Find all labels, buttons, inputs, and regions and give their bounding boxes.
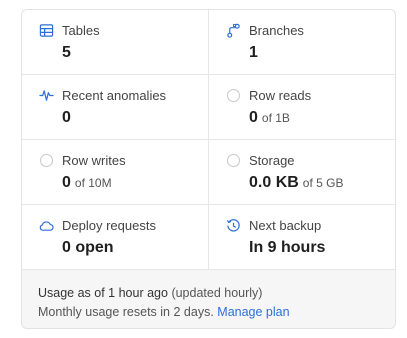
- branch-icon: [225, 22, 241, 38]
- metric-label: Deploy requests: [62, 217, 156, 233]
- table-icon: [38, 22, 54, 38]
- metric-label: Branches: [249, 22, 304, 38]
- usage-as-of: Usage as of 1 hour ago: [38, 286, 168, 300]
- usage-summary-card: Tables 5 Branches 1 Recent anomalies 0 R…: [21, 9, 396, 329]
- metric-row-writes: Row writes 0 of 10M: [22, 140, 209, 205]
- manage-plan-link[interactable]: Manage plan: [217, 305, 289, 319]
- usage-footer: Usage as of 1 hour ago (updated hourly) …: [22, 270, 395, 328]
- metric-label: Storage: [249, 152, 295, 168]
- metric-value: 0 open: [62, 239, 114, 256]
- metric-branches: Branches 1: [209, 10, 395, 75]
- update-frequency: (updated hourly): [171, 286, 263, 300]
- progress-ring-icon: [225, 152, 241, 168]
- metric-row-reads: Row reads 0 of 1B: [209, 75, 395, 140]
- metric-label: Next backup: [249, 217, 322, 233]
- progress-ring-icon: [38, 152, 54, 168]
- metric-limit: of 10M: [74, 176, 112, 190]
- metric-next-backup: Next backup In 9 hours: [209, 205, 395, 270]
- metric-value: 0: [62, 174, 71, 191]
- progress-ring-icon: [225, 87, 241, 103]
- metric-recent-anomalies: Recent anomalies 0: [22, 75, 209, 140]
- metric-label: Recent anomalies: [62, 87, 167, 103]
- metric-value: 0: [249, 109, 258, 126]
- metric-limit: of 1B: [261, 111, 290, 125]
- pulse-icon: [38, 87, 54, 103]
- metric-label: Row writes: [62, 152, 126, 168]
- history-clock-icon: [225, 217, 241, 233]
- metric-value: 5: [62, 44, 71, 61]
- usage-timestamp-line: Usage as of 1 hour ago (updated hourly): [38, 284, 395, 303]
- metric-value: 0.0 KB: [249, 174, 299, 191]
- metric-deploy-requests: Deploy requests 0 open: [22, 205, 209, 270]
- metric-value: 0: [62, 109, 71, 126]
- metric-limit: of 5 GB: [302, 176, 344, 190]
- metrics-grid: Tables 5 Branches 1 Recent anomalies 0 R…: [22, 10, 395, 270]
- cloud-icon: [38, 217, 54, 233]
- metric-value: 1: [249, 44, 258, 61]
- metric-value: In 9 hours: [249, 239, 326, 256]
- metric-label: Row reads: [249, 87, 312, 103]
- metric-tables: Tables 5: [22, 10, 209, 75]
- usage-reset-line: Monthly usage resets in 2 days. Manage p…: [38, 303, 395, 322]
- metric-storage: Storage 0.0 KB of 5 GB: [209, 140, 395, 205]
- reset-notice: Monthly usage resets in 2 days.: [38, 305, 214, 319]
- metric-label: Tables: [62, 22, 100, 38]
